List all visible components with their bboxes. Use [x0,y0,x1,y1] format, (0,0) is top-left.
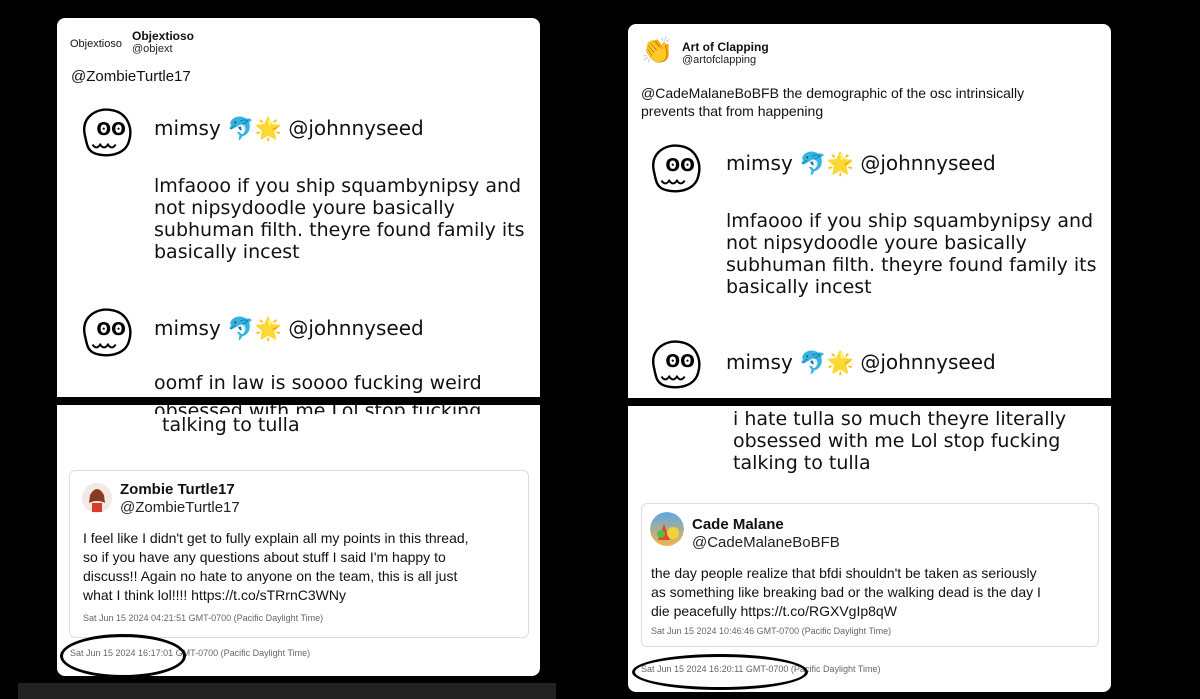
dolphin-icon: 🐬 [799,351,827,376]
left-quote-name[interactable]: Zombie Turtle17 [120,481,235,498]
text-line: basically incest [726,276,872,298]
right-quote-text: the day people realize that bfdi shouldn… [651,564,1091,621]
clap-avatar-icon: 👏 [641,35,674,65]
text-line: obsessed with me Lol stop fucking [733,430,1061,452]
dolphin-icon: 🐬 [227,117,255,142]
right-quote-handle[interactable]: @CadeMalaneBoBFB [692,534,840,551]
left-quote-timestamp: Sat Jun 15 2024 04:21:51 GMT-0700 (Pacif… [83,613,324,623]
mimsy-avatar-icon: ʘʘ [83,108,132,157]
svg-text:ʘʘ: ʘʘ [96,120,125,140]
left-post2-handle: @johnnyseed [288,316,424,340]
right-post1-handle: @johnnyseed [860,151,996,175]
dolphin-icon: 🐬 [227,317,255,342]
text-line: I feel like I didn't get to fully explai… [83,530,469,546]
bottom-strip [18,683,556,699]
svg-text:ʘʘ: ʘʘ [665,352,695,372]
sparkle-icon: 🌟 [826,152,854,177]
text-line: so if you have any questions about stuff… [83,549,446,565]
right-post1-user: mimsy [726,151,793,175]
right-post2-header: mimsy 🐬🌟 @johnnyseed [726,350,996,376]
left-author-name[interactable]: Objextioso [132,29,194,43]
sparkle-icon: 🌟 [254,317,282,342]
sparkle-icon: 🌟 [826,351,854,376]
right-quote-name[interactable]: Cade Malane [692,516,784,533]
left-post2-header: mimsy 🐬🌟 @johnnyseed [154,316,424,342]
left-screenshot-divider [57,397,540,405]
cade-malane-avatar-icon [650,512,684,546]
left-post1-text: lmfaooo if you ship squambynipsy and not… [154,175,525,263]
mimsy-avatar-icon: ʘʘ [83,308,132,357]
left-timestamp-highlight-circle [60,634,186,676]
right-post2-text: i hate tulla so much theyre literally ob… [733,408,1066,474]
text-line: subhuman filth. theyre found family its [154,219,525,241]
dolphin-icon: 🐬 [799,152,827,177]
right-post1-header: mimsy 🐬🌟 @johnnyseed [726,151,996,177]
text-line: the day people realize that bfdi shouldn… [651,565,1037,581]
left-author-handle[interactable]: @objext [132,43,173,55]
text-line: basically incest [154,241,300,263]
text-line: lmfaooo if you ship squambynipsy and [154,175,522,197]
mimsy-avatar-icon: ʘʘ [652,144,701,193]
text-line: not nipsydoodle youre basically [154,197,455,219]
text-line: talking to tulla [162,414,300,436]
text-line: i hate tulla so much theyre literally [733,408,1067,430]
left-post1-header: mimsy 🐬🌟 @johnnyseed [154,116,424,142]
text-line: discuss!! Again no hate to anyone on the… [83,568,458,584]
left-avatar-label: Objextioso [70,38,122,50]
right-tweet-text: @CadeMalaneBoBFB the demographic of the … [641,84,1024,120]
left-post2-user: mimsy [154,316,221,340]
right-screenshot-divider [628,398,1111,406]
right-post2-user: mimsy [726,350,793,374]
left-quote-handle[interactable]: @ZombieTurtle17 [120,499,240,516]
text-line: die peacefully https://t.co/RGXVgIp8qW [651,603,897,619]
svg-text:ʘʘ: ʘʘ [665,156,695,176]
left-post1-user: mimsy [154,116,221,140]
text-line: talking to tulla [733,452,871,474]
text-line: oomf in law is soooo fucking weird [154,372,482,394]
sparkle-icon: 🌟 [254,117,282,142]
right-author-name[interactable]: Art of Clapping [682,40,769,54]
right-author-handle[interactable]: @artofclapping [682,54,756,66]
text-line: lmfaooo if you ship squambynipsy and [726,210,1094,232]
right-tweet-card: 👏 Art of Clapping @artofclapping @CadeMa… [628,24,1111,692]
text-line: prevents that from happening [641,103,824,119]
text-line: subhuman filth. theyre found family its [726,254,1097,276]
text-line: not nipsydoodle youre basically [726,232,1027,254]
zombie-turtle-avatar-icon [82,483,112,513]
left-quote-text: I feel like I didn't get to fully explai… [83,529,528,605]
svg-text:ʘʘ: ʘʘ [96,320,125,340]
left-post1-handle: @johnnyseed [288,116,424,140]
right-quoted-tweet[interactable]: Cade Malane @CadeMalaneBoBFB the day peo… [641,503,1099,647]
left-quoted-tweet[interactable]: Zombie Turtle17 @ZombieTurtle17 I feel l… [69,470,529,638]
text-line: as something like breaking bad or the wa… [651,584,1041,600]
left-tweet-card: Objextioso Objextioso @objext @ZombieTur… [57,18,540,676]
text-line: what I think lol!!!! https://t.co/sTRrnC… [83,587,346,603]
mimsy-avatar-icon: ʘʘ [652,340,701,389]
text-line: @CadeMalaneBoBFB the demographic of the … [641,85,1025,101]
right-quote-timestamp: Sat Jun 15 2024 10:46:46 GMT-0700 (Pacif… [651,626,892,636]
left-reply-mention[interactable]: @ZombieTurtle17 [71,68,191,85]
right-post1-text: lmfaooo if you ship squambynipsy and not… [726,210,1097,298]
right-timestamp-highlight-circle [632,654,808,690]
right-post2-handle: @johnnyseed [860,350,996,374]
